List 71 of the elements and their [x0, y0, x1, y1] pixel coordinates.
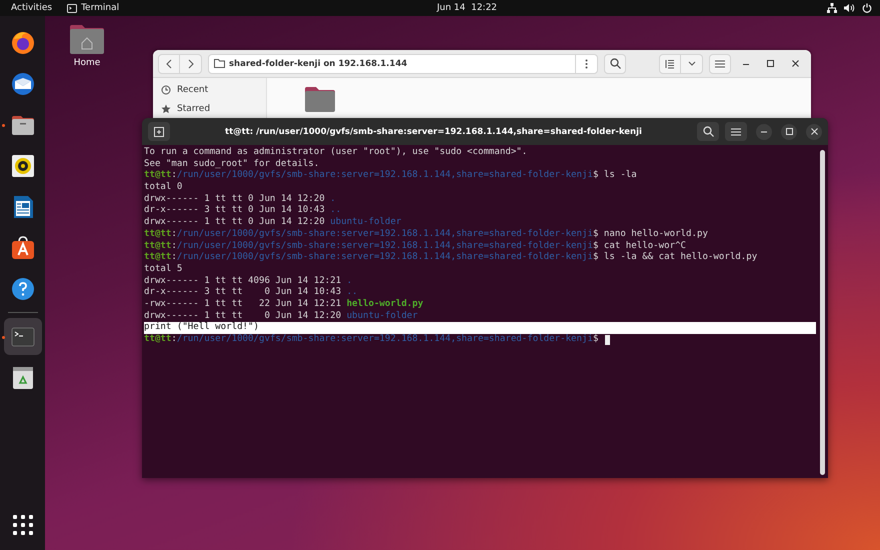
activities-button[interactable]: Activities — [11, 2, 52, 14]
close-icon[interactable] — [792, 60, 799, 67]
terminal-line: tt@tt:/run/user/1000/gvfs/smb-share:server=192.168.1.144,share=shared-folder-kenji$ cat hello-wor^C — [144, 240, 686, 252]
terminal-icon[interactable] — [10, 324, 34, 348]
terminal-line: drwx------ 1 tt tt 0 Jun 14 12:20 ubuntu-folder — [144, 217, 402, 229]
recycle-bin-icon[interactable] — [10, 366, 34, 390]
window-title: tt@tt: /run/user/1000/gvfs/smb-share:server=192.168.1.144,share=shared-folder-kenji — [224, 126, 643, 136]
terminal-line: tt@tt:/run/user/1000/gvfs/smb-share:server=192.168.1.144,share=shared-folder-kenji$ — [144, 334, 600, 346]
clock[interactable]: Jun 14 12:22 — [437, 2, 498, 14]
new-tab-button[interactable] — [148, 122, 170, 141]
speaker-icon[interactable] — [10, 154, 34, 178]
volume-icon[interactable] — [844, 3, 855, 13]
back-button[interactable] — [158, 54, 180, 74]
terminal-line: -rwx------ 1 tt tt 22 Jun 14 12:21 hello-world.py — [144, 298, 424, 311]
menu-button[interactable] — [709, 54, 731, 74]
forward-button[interactable] — [180, 54, 202, 74]
icon-label: Home — [74, 58, 100, 68]
terminal-line: drwx------ 1 tt tt 4096 Jun 14 12:21 . — [144, 276, 352, 287]
minimize-button[interactable] — [756, 124, 772, 140]
menu-button[interactable] — [725, 122, 747, 141]
star-icon — [161, 104, 171, 114]
terminal-icon — [67, 4, 78, 12]
terminal-line: drwx------ 1 tt tt 0 Jun 14 12:20 ubuntu-folder — [144, 310, 418, 322]
folder-icon — [214, 59, 225, 68]
firefox-icon[interactable] — [10, 31, 34, 55]
location-bar[interactable]: shared-folder-kenji on 192.168.1.144 — [208, 54, 598, 74]
chevron-right-icon — [188, 58, 194, 68]
envelope-icon[interactable] — [10, 72, 34, 96]
close-icon — [810, 128, 818, 135]
question-mark-icon[interactable] — [10, 277, 34, 301]
sidebar-item[interactable]: Recent — [153, 84, 266, 96]
terminal-line: tt@tt:/run/user/1000/gvfs/smb-share:server=192.168.1.144,share=shared-folder-kenji$ ls -la && cat hello-world.py — [144, 252, 758, 264]
sidebar-item[interactable]: Starred — [153, 103, 266, 115]
terminal-line: dr-x------ 3 tt tt 0 Jun 14 10:43 .. — [144, 205, 342, 217]
maximize-icon — [786, 128, 792, 135]
minimize-icon[interactable] — [743, 62, 749, 64]
search-button[interactable] — [697, 122, 719, 141]
list-view-button[interactable] — [659, 54, 681, 74]
scrollbar[interactable] — [820, 150, 825, 475]
search-icon — [610, 58, 620, 69]
terminal-line: tt@tt:/run/user/1000/gvfs/smb-share:server=192.168.1.144,share=shared-folder-kenji$ nano hello-world.py — [144, 228, 708, 241]
menu-icon — [731, 128, 741, 136]
clock-icon — [161, 85, 171, 95]
terminal-line: total 5 — [144, 264, 182, 276]
shopping-bag-icon[interactable] — [10, 236, 34, 260]
terminal-line: To run a command as administrator (user "root"), use "sudo <command>". — [144, 147, 528, 159]
close-button[interactable] — [806, 124, 822, 140]
terminal-line: dr-x------ 3 tt tt 0 Jun 14 10:43 .. — [144, 287, 358, 299]
folder-icon[interactable] — [10, 113, 34, 137]
power-icon[interactable] — [862, 3, 872, 13]
folder-icon[interactable] — [305, 86, 335, 112]
terminal-line: tt@tt:/run/user/1000/gvfs/smb-share:server=192.168.1.144,share=shared-folder-kenji$ ls -la — [144, 170, 637, 182]
menu-icon — [715, 60, 725, 68]
home-folder-icon[interactable] — [70, 24, 104, 54]
search-icon — [702, 126, 714, 137]
kebab-menu-icon — [585, 58, 588, 68]
terminal-line: drwx------ 1 tt tt 0 Jun 14 12:20 . — [144, 194, 336, 205]
terminal-line: total 0 — [144, 182, 182, 194]
app-grid-icon[interactable] — [12, 515, 32, 535]
search-button[interactable] — [604, 54, 626, 74]
chevron-left-icon — [166, 58, 172, 68]
maximize-button[interactable] — [781, 124, 797, 140]
network-icon[interactable] — [827, 3, 837, 13]
caret-icon — [688, 61, 696, 66]
location-text: shared-folder-kenji on 192.168.1.144 — [229, 58, 408, 68]
app-menu[interactable]: Terminal — [81, 2, 120, 14]
maximize-icon[interactable] — [767, 60, 774, 67]
terminal-line: See "man sudo_root" for details. — [144, 158, 320, 170]
new-tab-icon — [154, 126, 164, 136]
minimize-icon — [761, 130, 767, 132]
list-icon — [665, 58, 675, 68]
